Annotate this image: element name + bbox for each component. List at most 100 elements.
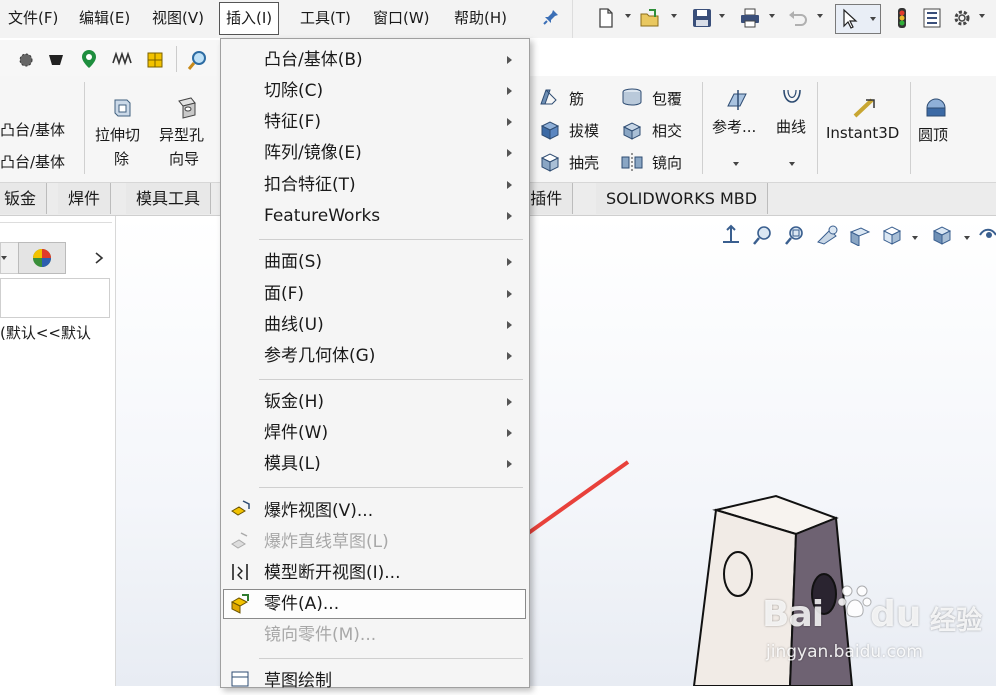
- select-tool-box[interactable]: [835, 4, 881, 34]
- location-pin-icon[interactable]: [78, 48, 100, 70]
- rib-label: 筋: [569, 90, 585, 108]
- magnifier-icon[interactable]: [186, 48, 210, 72]
- menu-item-weldments[interactable]: 焊件(W): [264, 419, 328, 447]
- zoom-area-icon[interactable]: [784, 224, 806, 246]
- dome-icon[interactable]: [924, 94, 948, 120]
- spring-icon[interactable]: [112, 51, 134, 67]
- menu-item-model-break-view[interactable]: 模型断开视图(I)...: [264, 559, 401, 587]
- hole-wizard-icon[interactable]: [173, 95, 199, 121]
- menu-insert[interactable]: 插入(I): [219, 2, 280, 35]
- menu-item-face[interactable]: 面(F): [264, 280, 304, 308]
- chevron-down-icon[interactable]: [979, 14, 985, 18]
- shell-icon[interactable]: [538, 151, 562, 173]
- section-view-icon[interactable]: [848, 224, 872, 246]
- instant3d-icon[interactable]: [852, 96, 878, 120]
- intersect-icon[interactable]: [620, 119, 644, 141]
- chevron-down-icon[interactable]: [912, 236, 918, 240]
- menu-item-featureworks[interactable]: FeatureWorks: [264, 202, 380, 230]
- submenu-arrow-icon: [507, 429, 512, 437]
- save-icon[interactable]: [691, 7, 713, 29]
- rib-icon[interactable]: [538, 86, 560, 108]
- open-folder-icon[interactable]: [639, 7, 661, 29]
- tab-mold-tools[interactable]: 模具工具: [126, 183, 212, 214]
- insert-menu-dropdown: 凸台/基体(B) 切除(C) 特征(F) 阵列/镜像(E) 扣合特征(T) Fe…: [220, 38, 530, 691]
- chevron-down-icon[interactable]: [769, 14, 775, 18]
- submenu-arrow-icon: [507, 118, 512, 126]
- wrap-icon[interactable]: [620, 86, 644, 108]
- menu-item-boss-base[interactable]: 凸台/基体(B): [264, 46, 363, 74]
- options-list-icon[interactable]: [921, 7, 943, 29]
- chevron-down-icon[interactable]: [817, 14, 823, 18]
- draft-icon[interactable]: [538, 119, 562, 141]
- divider: [702, 82, 703, 174]
- new-document-icon[interactable]: [595, 7, 617, 29]
- pin-icon[interactable]: [542, 8, 560, 26]
- menu-item-sketch[interactable]: 草图绘制: [264, 667, 332, 695]
- hide-show-icon[interactable]: [978, 224, 996, 246]
- boss-base-label-2[interactable]: 凸台/基体: [0, 151, 65, 172]
- chevron-down-icon[interactable]: [870, 17, 876, 21]
- tab-weldments[interactable]: 焊件: [58, 183, 112, 214]
- menu-item-explode-line-sketch: 爆炸直线草图(L): [264, 532, 389, 552]
- zoom-fit-icon[interactable]: [752, 224, 774, 246]
- menu-item-curve[interactable]: 曲线(U): [264, 311, 324, 339]
- print-icon[interactable]: [739, 7, 761, 29]
- break-view-icon: [232, 564, 248, 580]
- menu-item-part[interactable]: 零件(A)...: [264, 590, 339, 618]
- chevron-down-icon[interactable]: [719, 14, 725, 18]
- tab-sheet-metal[interactable]: 钣金: [0, 183, 48, 214]
- menu-edit[interactable]: 编辑(E): [79, 0, 130, 36]
- chevron-down-icon[interactable]: [671, 14, 677, 18]
- previous-view-icon[interactable]: [816, 224, 840, 246]
- menu-item-reference-geometry[interactable]: 参考几何体(G): [264, 342, 375, 370]
- heads-up-strip: [0, 40, 220, 76]
- reference-geometry-icon[interactable]: [724, 88, 750, 112]
- menu-file[interactable]: 文件(F): [8, 0, 58, 36]
- menu-item-molds[interactable]: 模具(L): [264, 450, 321, 478]
- filter-box[interactable]: [0, 278, 110, 318]
- menu-window[interactable]: 窗口(W): [373, 0, 430, 36]
- panel-tab-prev[interactable]: [0, 242, 19, 274]
- reference-label[interactable]: 参考...: [712, 116, 756, 137]
- instant3d-label[interactable]: Instant3D: [826, 124, 899, 142]
- settings-cog-icon[interactable]: [16, 50, 36, 70]
- extruded-cut-icon[interactable]: [110, 96, 134, 120]
- menu-item-features[interactable]: 特征(F): [264, 108, 321, 136]
- menu-tools[interactable]: 工具(T): [300, 0, 351, 36]
- gear-icon[interactable]: [951, 7, 973, 29]
- orient-icon[interactable]: [720, 224, 742, 246]
- menu-item-exploded-view[interactable]: 爆炸视图(V)...: [264, 497, 373, 525]
- menu-item-pattern-mirror[interactable]: 阵列/镜像(E): [264, 139, 362, 167]
- display-style-icon[interactable]: [930, 224, 954, 246]
- appearance-tab[interactable]: [18, 242, 66, 274]
- chevron-down-icon[interactable]: [625, 14, 631, 18]
- menu-item-fastening-features[interactable]: 扣合特征(T): [264, 171, 356, 199]
- plugin-icon[interactable]: [144, 49, 166, 71]
- chevron-down-icon[interactable]: [789, 162, 795, 166]
- boss-base-label-1[interactable]: 凸台/基体: [0, 119, 65, 140]
- undo-icon[interactable]: [787, 7, 809, 29]
- feature-manager-panel: (默认<<默认: [0, 216, 116, 686]
- curves-label[interactable]: 曲线: [776, 116, 806, 137]
- menu-view[interactable]: 视图(V): [152, 0, 204, 36]
- chevron-down-icon[interactable]: [733, 162, 739, 166]
- sketch-icon: [231, 671, 249, 687]
- explode-line-sketch-icon: [231, 532, 248, 549]
- mirror-label: 镜向: [652, 154, 683, 172]
- menu-help[interactable]: 帮助(H): [454, 0, 507, 36]
- submenu-arrow-icon: [507, 149, 512, 157]
- cup-icon[interactable]: [46, 50, 66, 70]
- traffic-light-icon[interactable]: [891, 7, 913, 29]
- dome-label[interactable]: 圆顶: [918, 124, 948, 145]
- chevron-right-icon[interactable]: [94, 252, 104, 264]
- curves-icon[interactable]: [780, 86, 804, 112]
- mirror-icon[interactable]: [620, 151, 644, 173]
- menu-item-cut[interactable]: 切除(C): [264, 77, 323, 105]
- appearance-ball-icon: [33, 249, 51, 267]
- menu-item-sheet-metal[interactable]: 钣金(H): [264, 388, 324, 416]
- menu-item-surface[interactable]: 曲面(S): [264, 248, 322, 276]
- tab-solidworks-mbd[interactable]: SOLIDWORKS MBD: [596, 183, 769, 214]
- view-orientation-icon[interactable]: [880, 224, 904, 246]
- cursor-arrow-icon: [843, 8, 858, 29]
- chevron-down-icon[interactable]: [964, 236, 970, 240]
